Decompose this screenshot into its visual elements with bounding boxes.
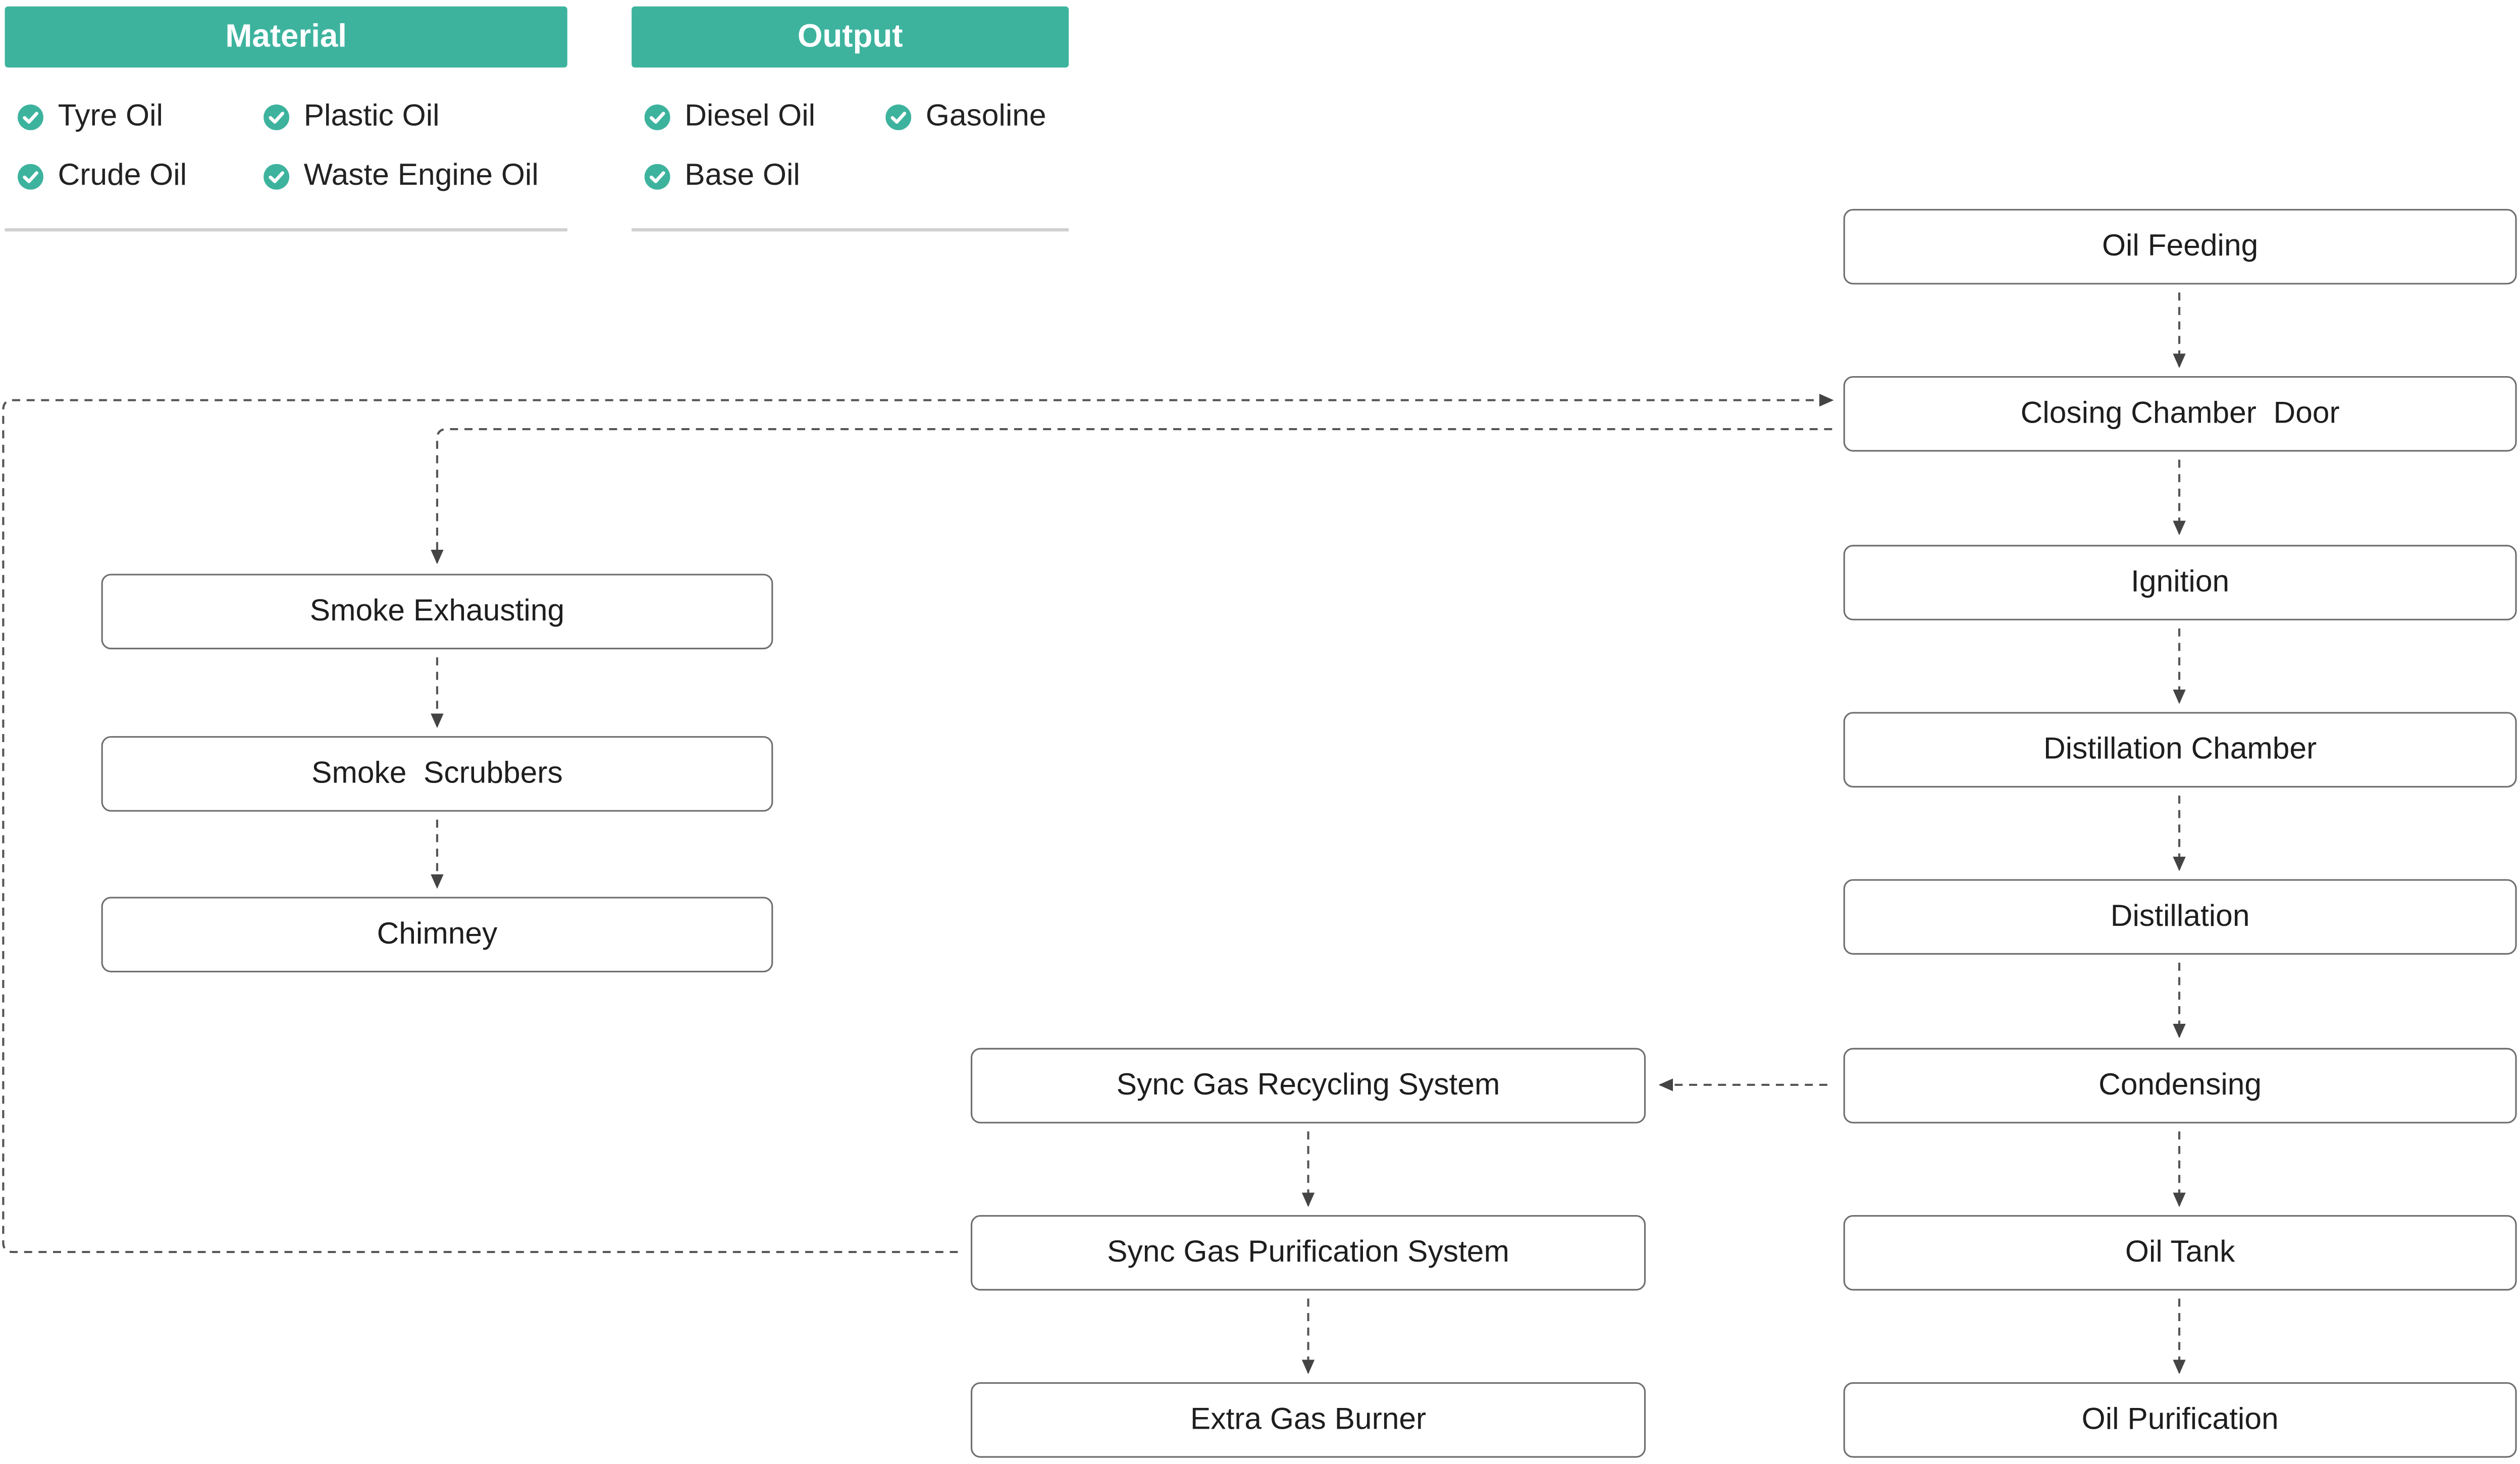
- arrow-purification-to-closing-door: [2, 393, 1834, 1253]
- node-smoke-scrubbers: Smoke Scrubbers: [101, 736, 773, 812]
- node-distillation: Distillation: [1843, 879, 2517, 955]
- node-extra-gas-burner: Extra Gas Burner: [970, 1382, 1646, 1458]
- node-condensing: Condensing: [1843, 1048, 2517, 1124]
- node-oil-purification: Oil Purification: [1843, 1382, 2517, 1458]
- node-distillation-chamber: Distillation Chamber: [1843, 712, 2517, 788]
- node-sync-gas-purification-system: Sync Gas Purification System: [970, 1215, 1646, 1291]
- node-closing-chamber-door: Closing Chamber Door: [1843, 376, 2517, 452]
- node-sync-gas-recycling-system: Sync Gas Recycling System: [970, 1048, 1646, 1124]
- node-smoke-exhausting: Smoke Exhausting: [101, 573, 773, 650]
- arrow-closing-door-to-smoke-exhausting: [431, 428, 1832, 564]
- node-oil-tank: Oil Tank: [1843, 1215, 2517, 1291]
- node-oil-feeding: Oil Feeding: [1843, 208, 2517, 285]
- process-flow-diagram: Material Tyre Oil Plastic Oil Crude Oil …: [0, 0, 2520, 1464]
- node-chimney: Chimney: [101, 897, 773, 973]
- node-ignition: Ignition: [1843, 545, 2517, 620]
